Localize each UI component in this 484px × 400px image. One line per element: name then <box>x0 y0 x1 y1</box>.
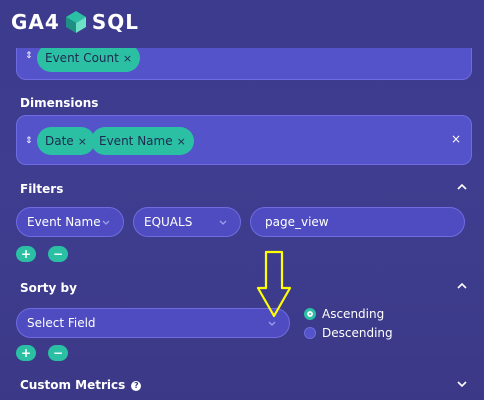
chevron-up-icon[interactable] <box>456 280 468 292</box>
remove-sort-button[interactable]: − <box>48 345 68 361</box>
remove-chip-icon[interactable]: × <box>123 52 132 65</box>
sort-field-placeholder: Select Field <box>27 316 96 330</box>
sort-by-label: Sorty by <box>20 281 77 295</box>
top-bar: GA4 SQL <box>0 0 484 48</box>
dimension-chip-label: Date <box>45 134 74 148</box>
filter-field-value: Event Name <box>27 215 101 229</box>
clear-all-icon[interactable]: × <box>451 132 461 146</box>
filter-value-input[interactable]: page_view <box>250 207 465 237</box>
sort-ascending-label: Ascending <box>322 307 385 321</box>
sort-descending-radio[interactable]: Descending <box>304 326 393 340</box>
dimensions-label: Dimensions <box>20 96 99 110</box>
sort-descending-label: Descending <box>322 326 393 340</box>
radio-unselected-icon <box>304 327 316 339</box>
dimensions-multiselect[interactable]: ⇕ Date × Event Name × × <box>16 115 472 165</box>
filter-operator-value: EQUALS <box>144 215 193 229</box>
add-filter-button[interactable]: + <box>16 246 36 262</box>
logo: GA4 SQL <box>11 8 139 36</box>
chevron-up-icon[interactable] <box>456 181 468 193</box>
remove-filter-button[interactable]: − <box>48 246 68 262</box>
filter-value-text: page_view <box>265 215 329 229</box>
chevron-down-icon[interactable] <box>456 378 468 390</box>
dimension-chip-event-name: Event Name × <box>91 127 194 155</box>
annotation-arrow-icon <box>256 250 292 318</box>
brand-right: SQL <box>91 10 139 34</box>
dimension-chip-label: Event Name <box>99 134 173 148</box>
metric-chip: Event Count × <box>37 44 141 72</box>
filter-operator-select[interactable]: EQUALS <box>133 207 241 237</box>
remove-chip-icon[interactable]: × <box>177 135 186 148</box>
brand-left: GA4 <box>11 10 60 34</box>
chevron-down-icon <box>102 220 110 225</box>
filters-label: Filters <box>20 182 64 196</box>
help-icon[interactable]: ? <box>131 380 142 391</box>
custom-metrics-label: Custom Metrics <box>20 378 126 392</box>
dimension-chip-date: Date × <box>37 127 95 155</box>
sort-handle-icon[interactable]: ⇕ <box>25 52 33 61</box>
sort-field-select[interactable]: Select Field <box>16 308 290 338</box>
custom-metrics-header: Custom Metrics? <box>20 378 142 392</box>
logo-icon <box>65 11 86 33</box>
chevron-down-icon <box>219 220 227 225</box>
add-sort-button[interactable]: + <box>16 345 36 361</box>
sort-ascending-radio[interactable]: Ascending <box>304 307 384 321</box>
radio-selected-icon <box>304 308 316 320</box>
sort-handle-icon[interactable]: ⇕ <box>25 137 33 146</box>
remove-chip-icon[interactable]: × <box>78 135 87 148</box>
metric-chip-label: Event Count <box>45 51 119 65</box>
filter-field-select[interactable]: Event Name <box>16 207 124 237</box>
